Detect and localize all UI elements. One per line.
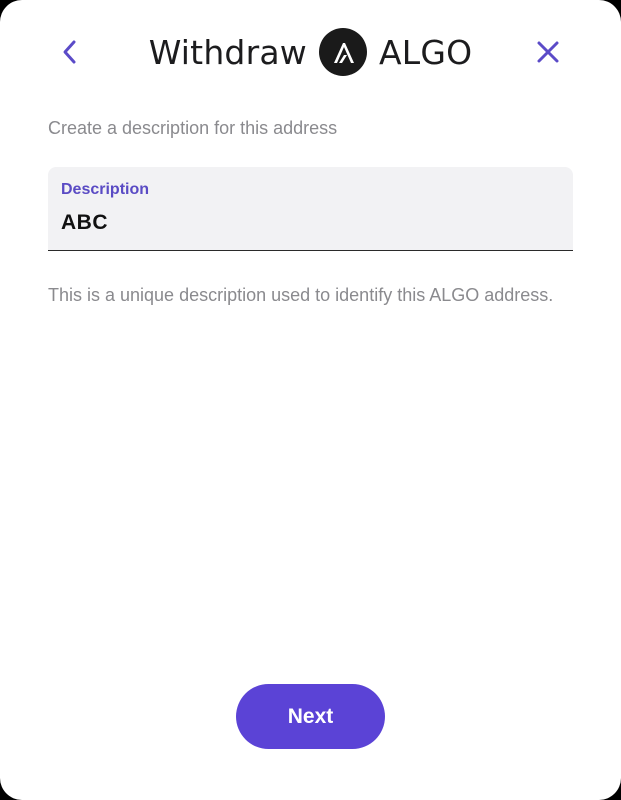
description-input[interactable]: ABC: [61, 211, 108, 235]
back-button[interactable]: [52, 34, 88, 70]
title-suffix: ALGO: [378, 32, 473, 72]
chevron-left-icon: [63, 40, 76, 64]
description-label: Description: [61, 181, 150, 198]
next-button-label: Next: [287, 704, 334, 728]
description-prompt: Create a description for this address: [48, 118, 338, 138]
helper-text: This is a unique description used to ide…: [48, 285, 554, 305]
header: Withdraw ALGO: [0, 20, 621, 84]
page-title: Withdraw ALGO: [0, 20, 621, 84]
next-button[interactable]: Next: [236, 684, 385, 749]
close-icon: [537, 41, 559, 63]
close-button[interactable]: [530, 34, 566, 70]
withdraw-sheet: Withdraw ALGO Create a description for t…: [0, 0, 621, 800]
algorand-logo-icon: [318, 28, 367, 76]
description-field[interactable]: Description ABC: [48, 167, 573, 251]
title-prefix: Withdraw: [148, 32, 307, 72]
